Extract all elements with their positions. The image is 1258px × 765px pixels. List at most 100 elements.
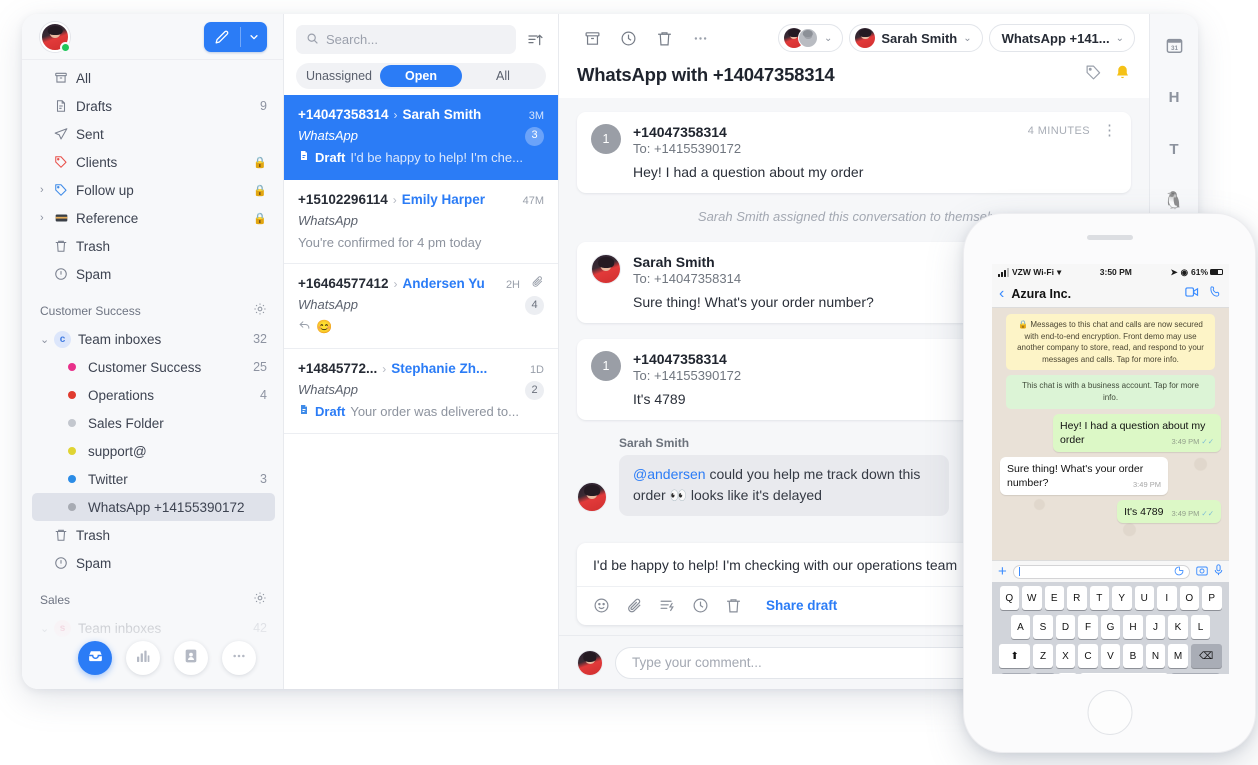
app-icon[interactable]: 🐧 [1161, 188, 1187, 214]
tab-open[interactable]: Open [380, 65, 462, 87]
chevron-right-icon[interactable]: › [40, 184, 54, 196]
plus-icon[interactable]: + [998, 564, 1007, 579]
sidebar-item-inbox-support[interactable]: support@ [22, 437, 283, 465]
key-q[interactable]: Q [1000, 586, 1020, 610]
dock-inbox-button[interactable] [78, 641, 112, 675]
phone-icon[interactable] [1209, 285, 1222, 303]
emoji-icon[interactable] [593, 597, 610, 614]
key-p[interactable]: P [1202, 586, 1222, 610]
more-icon[interactable] [685, 23, 715, 53]
key-shift[interactable]: ⬆ [999, 644, 1030, 668]
sidebar-item-cs-spam[interactable]: Spam [22, 549, 283, 577]
gear-icon[interactable] [253, 591, 267, 608]
sidebar-item-inbox-operations[interactable]: Operations 4 [22, 381, 283, 409]
participants-chip[interactable]: ⌄ [778, 24, 843, 52]
key-s[interactable]: S [1033, 615, 1053, 639]
key-backspace[interactable]: ⌫ [1191, 644, 1222, 668]
sort-icon[interactable] [524, 32, 546, 48]
video-icon[interactable] [1185, 285, 1199, 303]
clock-icon[interactable] [692, 597, 709, 614]
key-b[interactable]: B [1123, 644, 1143, 668]
sidebar-item-cs-trash[interactable]: Trash [22, 521, 283, 549]
sidebar-item-follow-up[interactable]: › Follow up 🔒 [22, 176, 283, 204]
key-c[interactable]: C [1078, 644, 1098, 668]
hubspot-icon[interactable]: H [1161, 84, 1187, 110]
sidebar-item-trash[interactable]: Trash [22, 232, 283, 260]
key-i[interactable]: I [1157, 586, 1177, 610]
key-x[interactable]: X [1056, 644, 1076, 668]
share-draft-button[interactable]: Share draft [766, 598, 837, 613]
sidebar-item-inbox-sales-folder[interactable]: Sales Folder [22, 409, 283, 437]
sidebar-item-drafts[interactable]: Drafts 9 [22, 92, 283, 120]
sidebar-item-clients[interactable]: Clients 🔒 [22, 148, 283, 176]
archive-icon[interactable] [577, 23, 607, 53]
conversation-item-0[interactable]: +14047358314 › Sarah Smith 3M WhatsApp 3… [284, 95, 558, 180]
clock-icon[interactable] [613, 23, 643, 53]
dock-contacts-button[interactable] [174, 641, 208, 675]
tab-all[interactable]: All [462, 65, 544, 87]
sidebar-item-spam[interactable]: Spam [22, 260, 283, 288]
chevron-down-icon[interactable]: ⌄ [40, 333, 54, 346]
business-account-notice[interactable]: This chat is with a business account. Ta… [1006, 375, 1215, 408]
mic-icon[interactable] [1214, 563, 1223, 581]
camera-icon[interactable] [1196, 563, 1208, 581]
conversation-item-2[interactable]: +16464577412 › Andersen Yu 2H WhatsApp 4 [284, 264, 558, 349]
key-numbers[interactable]: 123 [1001, 673, 1032, 674]
trash-icon[interactable] [649, 23, 679, 53]
user-avatar[interactable] [40, 22, 70, 52]
key-t[interactable]: T [1090, 586, 1110, 610]
assignee-chip[interactable]: Sarah Smith ⌄ [849, 24, 982, 52]
key-m[interactable]: M [1168, 644, 1188, 668]
sidebar-item-inbox-twitter[interactable]: Twitter 3 [22, 465, 283, 493]
key-r[interactable]: R [1067, 586, 1087, 610]
key-z[interactable]: Z [1033, 644, 1053, 668]
sidebar-item-team-inboxes-cs[interactable]: ⌄ c Team inboxes 32 [22, 325, 283, 353]
mention[interactable]: @andersen [633, 466, 706, 482]
back-icon[interactable]: ‹ [999, 286, 1004, 302]
dock-analytics-button[interactable] [126, 641, 160, 675]
gear-icon[interactable] [253, 302, 267, 319]
key-n[interactable]: N [1146, 644, 1166, 668]
key-k[interactable]: K [1168, 615, 1188, 639]
trello-icon[interactable]: T [1161, 136, 1187, 162]
conversation-item-3[interactable]: +14845772... › Stephanie Zh... 1D WhatsA… [284, 349, 558, 434]
key-d[interactable]: D [1056, 615, 1076, 639]
bell-icon[interactable] [1114, 64, 1131, 86]
more-icon[interactable]: ⋮ [1102, 126, 1117, 136]
compose-button[interactable] [204, 22, 267, 52]
sidebar-item-reference[interactable]: › Reference 🔒 [22, 204, 283, 232]
tab-unassigned[interactable]: Unassigned [298, 65, 380, 87]
key-dictation[interactable]: 🎙 [1058, 673, 1078, 674]
search-input[interactable]: Search... [296, 25, 516, 54]
chevron-down-icon[interactable] [241, 32, 267, 42]
globe-icon[interactable]: 🌐 [1035, 673, 1055, 674]
key-f[interactable]: F [1078, 615, 1098, 639]
key-v[interactable]: V [1101, 644, 1121, 668]
sidebar-item-inbox-whatsapp[interactable]: WhatsApp +14155390172 [32, 493, 275, 521]
key-l[interactable]: L [1191, 615, 1211, 639]
key-return[interactable]: return [1171, 673, 1220, 674]
macro-icon[interactable] [659, 597, 676, 614]
attachment-icon[interactable] [626, 597, 643, 614]
dock-more-button[interactable] [222, 641, 256, 675]
key-o[interactable]: O [1180, 586, 1200, 610]
key-j[interactable]: J [1146, 615, 1166, 639]
calendar-icon[interactable]: 31 [1161, 32, 1187, 58]
conversation-item-1[interactable]: +15102296114 › Emily Harper 47M WhatsApp… [284, 180, 558, 265]
whatsapp-text-input[interactable] [1013, 565, 1190, 579]
trash-icon[interactable] [725, 597, 742, 614]
key-u[interactable]: U [1135, 586, 1155, 610]
encryption-notice[interactable]: 🔒 Messages to this chat and calls are no… [1006, 314, 1215, 370]
key-a[interactable]: A [1011, 615, 1031, 639]
key-space[interactable]: space [1080, 673, 1168, 674]
sticker-icon[interactable] [1174, 563, 1184, 581]
key-h[interactable]: H [1123, 615, 1143, 639]
key-e[interactable]: E [1045, 586, 1065, 610]
chevron-right-icon[interactable]: › [40, 212, 54, 224]
key-w[interactable]: W [1022, 586, 1042, 610]
sidebar-item-all[interactable]: All [22, 64, 283, 92]
tag-icon[interactable] [1085, 64, 1102, 86]
key-g[interactable]: G [1101, 615, 1121, 639]
phone-home-button[interactable] [1087, 690, 1132, 735]
key-y[interactable]: Y [1112, 586, 1132, 610]
